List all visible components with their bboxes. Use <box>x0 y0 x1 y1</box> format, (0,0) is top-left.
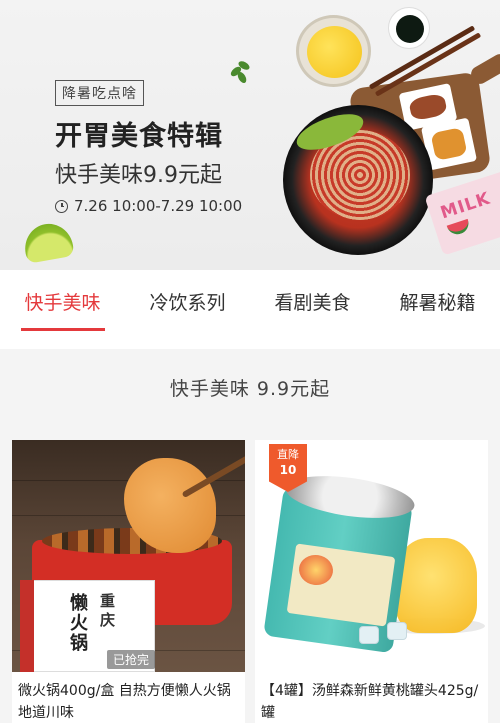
sold-out-badge: 已抢完 <box>107 650 156 669</box>
tab-summer-tips[interactable]: 解暑秘籍 <box>375 270 500 349</box>
tab-quick-food[interactable]: 快手美味 <box>0 270 125 349</box>
peach-glass-image <box>395 538 477 633</box>
product-name[interactable]: 微火锅400g/盒 自热方便懒人火锅 地道川味 <box>12 672 245 723</box>
banner-text-block: 降暑吃点啥 开胃美食特辑 快手美味9.9元起 7.26 10:00-7.29 1… <box>55 80 242 215</box>
box-text: 重庆 <box>98 593 116 631</box>
box-text: 懒火锅 <box>67 593 88 653</box>
can-label-image <box>286 543 396 627</box>
banner-time: 7.26 10:00-7.29 10:00 <box>55 197 242 215</box>
promo-banner[interactable]: MILK 降暑吃点啥 开胃美食特辑 快手美味9.9元起 7.26 10:00-7… <box>0 0 500 270</box>
banner-title: 开胃美食特辑 <box>55 121 223 152</box>
ice-cube-icon <box>359 626 379 644</box>
banner-subtitle: 快手美味9.9元起 <box>55 163 222 188</box>
tab-drama-snacks[interactable]: 看剧美食 <box>250 270 375 349</box>
section-title: 快手美味 9.9元起 <box>169 378 331 400</box>
product-image-hotpot[interactable]: 懒火锅 重庆 已抢完 <box>12 440 245 672</box>
tab-cold-drinks[interactable]: 冷饮系列 <box>125 270 250 349</box>
banner-time-text: 7.26 10:00-7.29 10:00 <box>74 197 243 215</box>
lime-slice-image <box>21 220 75 264</box>
banner-tag: 降暑吃点啥 <box>55 80 144 106</box>
badge-value: 10 <box>279 463 297 477</box>
peach-bowl-image <box>296 15 371 87</box>
product-name[interactable]: 【4罐】汤鲜森新鲜黄桃罐头425g/罐 <box>255 672 488 723</box>
category-tabs: 快手美味 冷饮系列 看剧美食 解暑秘籍 <box>0 270 500 349</box>
sauce-dish-image <box>388 7 430 49</box>
ice-cube-icon <box>387 622 407 640</box>
product-card[interactable]: 懒火锅 重庆 已抢完 微火锅400g/盒 自热方便懒人火锅 地道川味 <box>12 440 245 723</box>
product-image-peach[interactable]: 直降 10 <box>255 440 488 672</box>
product-grid: 懒火锅 重庆 已抢完 微火锅400g/盒 自热方便懒人火锅 地道川味 直降 10… <box>12 440 488 723</box>
clock-icon <box>55 199 68 213</box>
product-card[interactable]: 直降 10 【4罐】汤鲜森新鲜黄桃罐头425g/罐 <box>255 440 488 723</box>
badge-label: 直降 <box>277 448 299 461</box>
